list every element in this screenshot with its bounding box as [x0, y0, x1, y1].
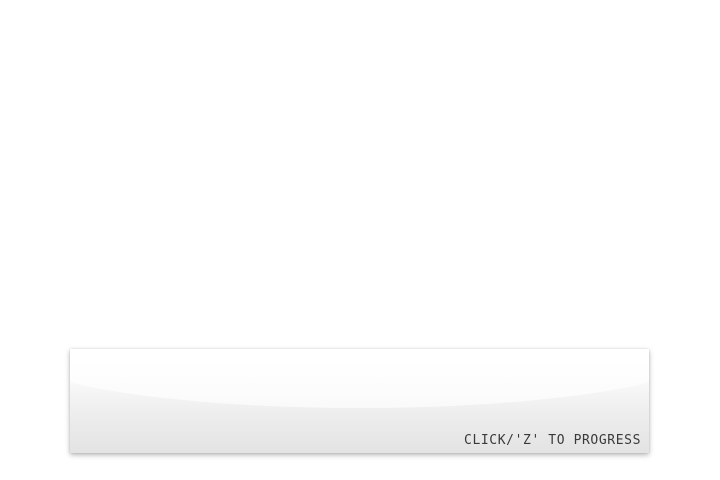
dialogue-body: CLICK/'Z' TO PROGRESS	[70, 349, 649, 453]
game-stage: CLICK/'Z' TO PROGRESS	[0, 0, 720, 480]
dialogue-box[interactable]: CLICK/'Z' TO PROGRESS	[70, 349, 649, 453]
dialogue-sheen	[70, 349, 649, 408]
progress-prompt: CLICK/'Z' TO PROGRESS	[464, 433, 641, 448]
